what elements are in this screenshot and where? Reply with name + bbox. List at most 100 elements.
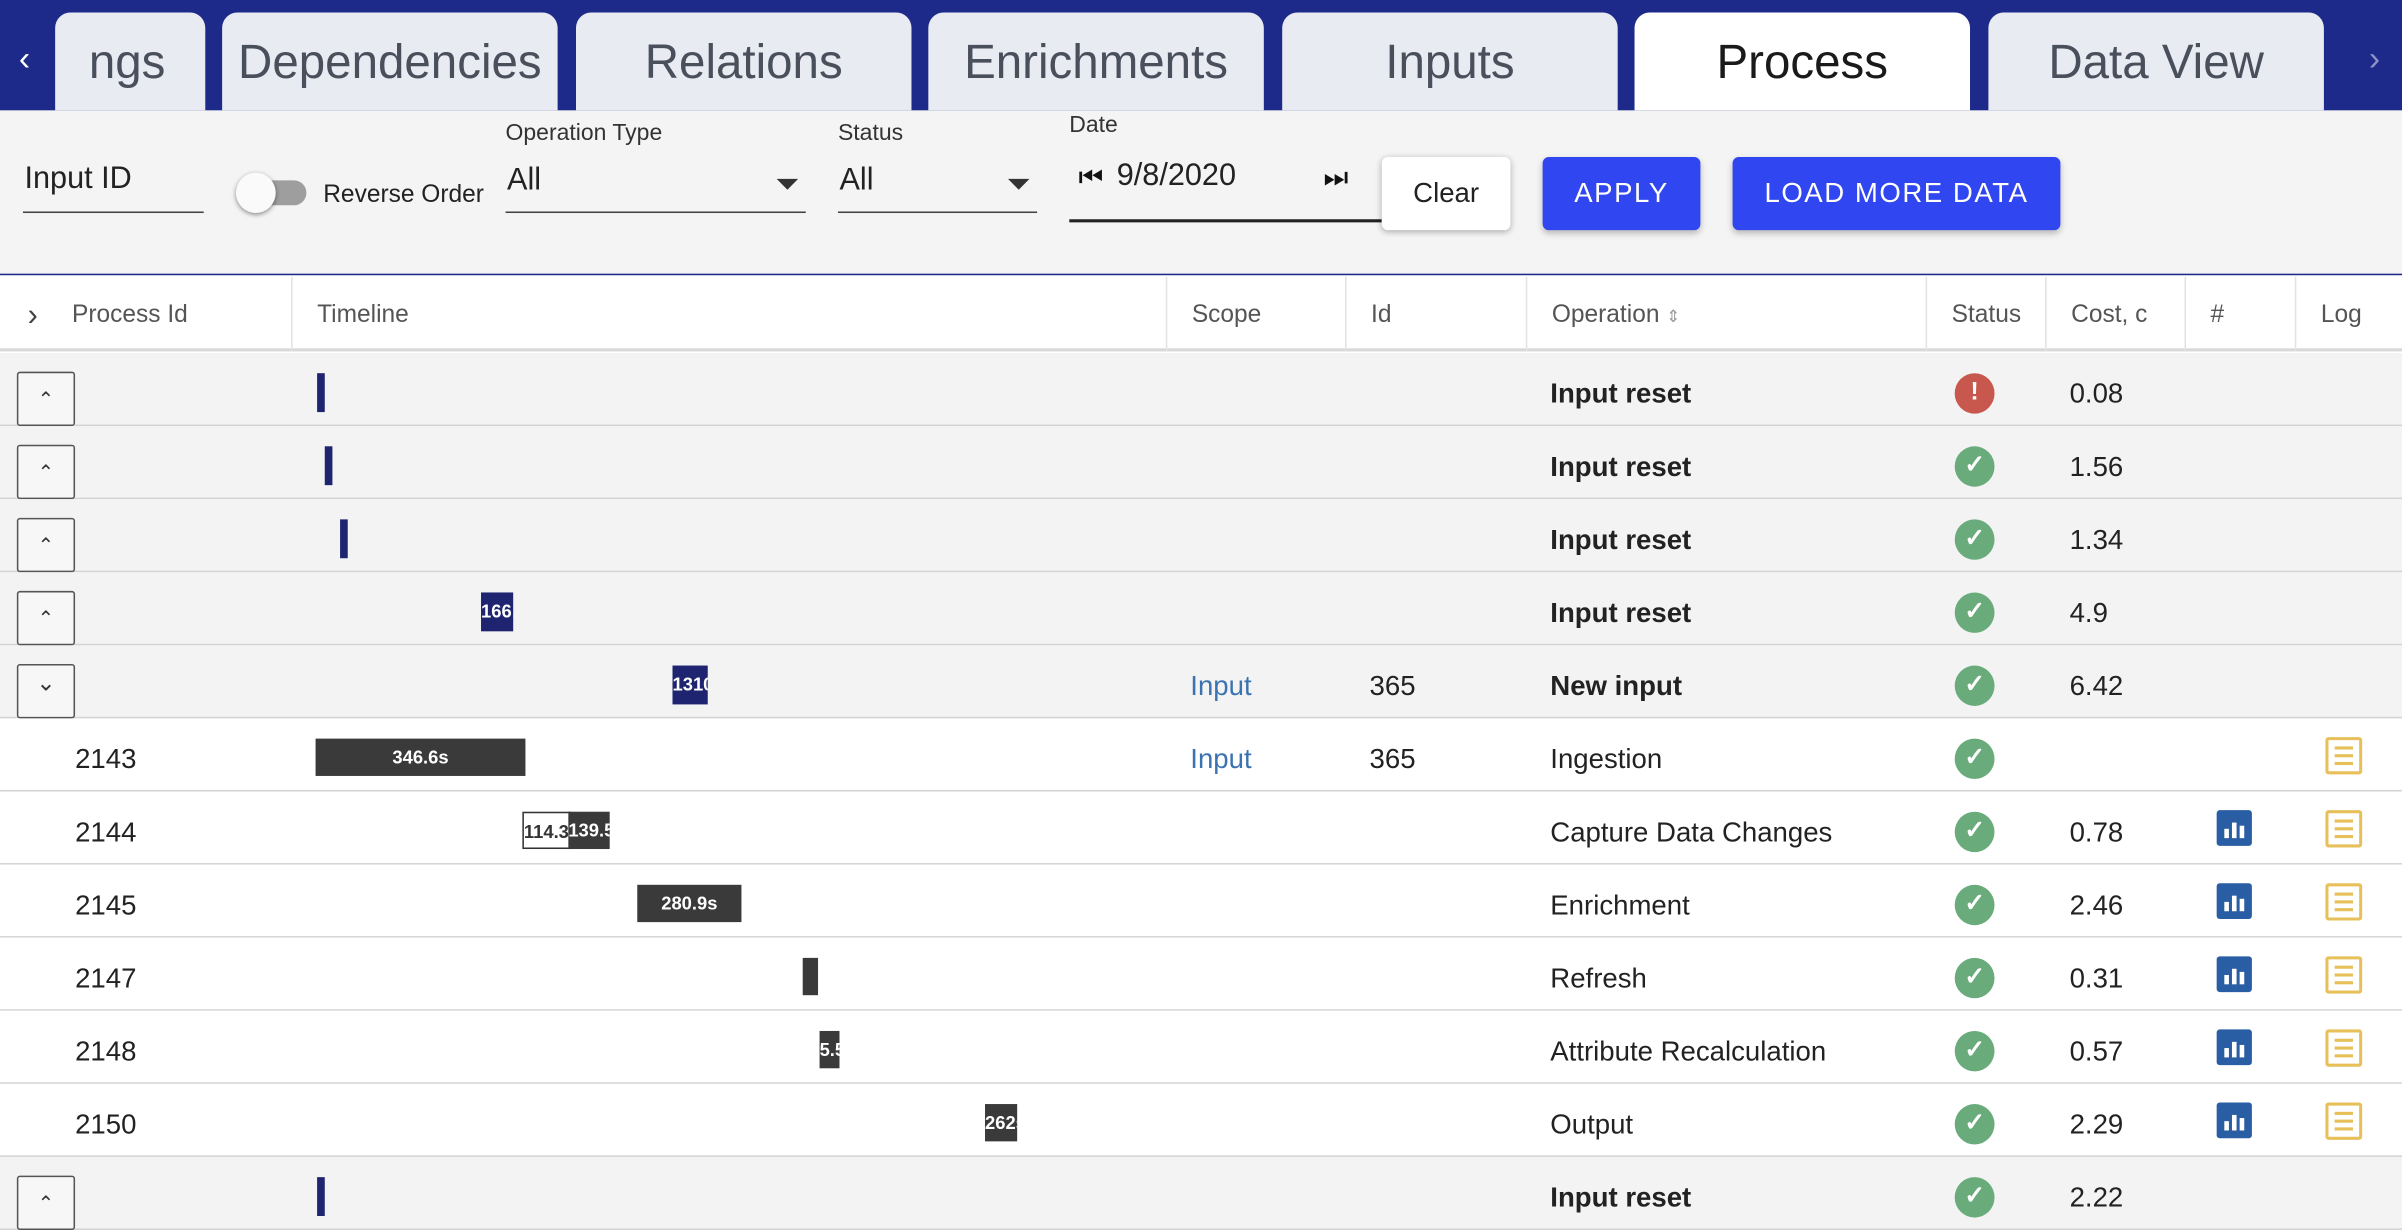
apply-button[interactable]: APPLY	[1542, 157, 1701, 231]
scope-link[interactable]: Input	[1190, 648, 1251, 721]
column-status-label: Status	[1951, 301, 2022, 329]
timeline-bar[interactable]: 280.9s	[637, 884, 742, 923]
timeline-bar[interactable]	[340, 519, 348, 559]
tab-enrichments[interactable]: Enrichments	[928, 12, 1264, 111]
column-process-id-label: Process Id	[71, 301, 188, 329]
column-process-id[interactable]: › Process Id	[0, 277, 291, 352]
expand-chevron-icon[interactable]: ⌃	[16, 444, 76, 500]
timeline-bar[interactable]	[317, 373, 325, 413]
tab-settings[interactable]: ngs	[55, 12, 206, 111]
expand-chevron-icon[interactable]: ⌃	[16, 590, 76, 646]
clear-button[interactable]: Clear	[1381, 157, 1511, 231]
chart-icon[interactable]	[2216, 810, 2252, 846]
timeline-bar[interactable]: 166.7s	[481, 592, 514, 632]
previous-date-icon[interactable]: ⏮	[1078, 162, 1103, 195]
timeline-bar[interactable]: 346.6s	[315, 738, 526, 776]
success-status-icon: ✓	[1954, 1030, 1995, 1072]
operation-cell: Enrichment	[1550, 889, 1690, 921]
input-id-field[interactable]: Input ID	[22, 156, 204, 214]
table-row[interactable]: 2144 114.3s139.5s Capture Data Changes 0.78…	[0, 791, 2402, 865]
column-operation[interactable]: Operation ⇕	[1525, 276, 1926, 352]
error-status-icon: !	[1954, 373, 1995, 414]
table-row[interactable]: ⌃ Input reset 1.34 ✓	[0, 499, 2402, 573]
collapse-chevron-icon[interactable]: ⌄	[16, 663, 76, 719]
id-cell: 365	[1369, 743, 1416, 775]
chart-icon[interactable]	[2216, 956, 2252, 993]
expand-all-chevron-icon[interactable]: ›	[28, 277, 38, 355]
column-id-label: Id	[1371, 301, 1392, 329]
cost-cell: 0.08	[2069, 377, 2124, 409]
table-row[interactable]: 2147 Refresh 0.31 ✓	[0, 937, 2402, 1011]
tab-data-view[interactable]: Data View	[1988, 12, 2324, 111]
column-scope-label: Scope	[1191, 301, 1262, 329]
filter-bar: Input ID Reverse Order Operation Type Al…	[0, 110, 2402, 276]
expand-chevron-icon[interactable]: ⌃	[16, 371, 76, 427]
column-timeline: Timeline	[291, 276, 1166, 352]
timeline-bar[interactable]	[324, 446, 333, 486]
process-id-cell: 2145	[75, 889, 137, 921]
success-status-icon: ✓	[1954, 738, 1995, 780]
status-select[interactable]: All	[837, 154, 1038, 214]
table-row[interactable]: 2148 5.5s Attribute Recalculation 0.57 ✓	[0, 1010, 2402, 1084]
table-row[interactable]: ⌃ Input reset 1.56 ✓	[0, 426, 2402, 500]
success-status-icon: ✓	[1954, 1177, 1995, 1218]
cost-cell: 2.22	[2069, 1181, 2124, 1213]
date-field[interactable]: ⏮ 9/8/2020 ⏭	[1069, 148, 1382, 223]
timeline-bar[interactable]: 5.5s	[819, 1030, 840, 1069]
reverse-order-toggle[interactable]	[235, 172, 276, 214]
tab-process[interactable]: Process	[1634, 12, 1971, 111]
cost-cell: 2.29	[2069, 1108, 2124, 1140]
operation-type-value: All	[507, 163, 542, 198]
timeline-bar[interactable]: 139.5s	[568, 811, 610, 850]
sort-icon[interactable]: ⇕	[1666, 308, 1680, 327]
operation-type-label: Operation Type	[505, 119, 663, 147]
table-row[interactable]: ⌃ 166.7s Input reset 4.9 ✓	[0, 572, 2402, 646]
operation-cell: Attribute Recalculation	[1550, 1035, 1827, 1067]
chart-icon[interactable]	[2216, 883, 2252, 920]
timeline-bar[interactable]: 114.3s	[522, 811, 572, 850]
expand-chevron-icon[interactable]: ⌃	[16, 1175, 76, 1230]
timeline-bar[interactable]	[317, 1177, 325, 1217]
operation-cell: Ingestion	[1550, 743, 1663, 775]
table-row[interactable]: ⌄ 1310.6s Input 365 New input 6.42 ✓	[0, 645, 2402, 721]
log-list-icon[interactable]	[2325, 737, 2363, 775]
scope-link[interactable]: Input	[1190, 722, 1251, 795]
table-row[interactable]: ⌃ Input reset 0.08!	[0, 352, 2402, 427]
chevron-right-icon[interactable]: ›	[2356, 31, 2393, 87]
operation-cell: New input	[1550, 670, 1683, 702]
operation-cell: Input reset	[1550, 524, 1692, 556]
column-log-label: Log	[2320, 301, 2362, 329]
log-list-icon[interactable]	[2325, 956, 2363, 994]
log-list-icon[interactable]	[2325, 1029, 2363, 1067]
table-row[interactable]: 2143 346.6s Input 365 Ingestion ✓	[0, 718, 2402, 792]
operation-cell: Refresh	[1550, 962, 1647, 994]
log-list-icon[interactable]	[2325, 810, 2363, 848]
chart-icon[interactable]	[2216, 1029, 2252, 1066]
table-row[interactable]: 2150 262s Output 2.29 ✓	[0, 1083, 2402, 1157]
operation-cell: Input reset	[1550, 597, 1692, 629]
timeline-bar[interactable]	[802, 957, 819, 996]
expand-chevron-icon[interactable]: ⌃	[16, 517, 76, 573]
tab-dependencies[interactable]: Dependencies	[222, 12, 558, 111]
log-list-icon[interactable]	[2325, 1102, 2363, 1140]
chart-icon[interactable]	[2216, 1102, 2252, 1139]
reverse-order-label: Reverse Order	[323, 181, 484, 209]
date-value[interactable]: 9/8/2020	[1117, 159, 1236, 195]
timeline-bar[interactable]: 262s	[985, 1104, 1018, 1142]
next-date-icon[interactable]: ⏭	[1324, 162, 1349, 195]
tab-inputs[interactable]: Inputs	[1282, 12, 1618, 111]
cost-cell: 0.78	[2069, 816, 2124, 848]
tab-relations[interactable]: Relations	[575, 12, 912, 111]
column-log: Log	[2294, 276, 2402, 352]
log-list-icon[interactable]	[2325, 883, 2363, 921]
table-row[interactable]: 2145 280.9s Enrichment 2.46 ✓	[0, 864, 2402, 938]
load-more-data-button[interactable]: LOAD MORE DATA	[1732, 157, 2061, 231]
column-timeline-label: Timeline	[317, 301, 409, 329]
success-status-icon: ✓	[1954, 957, 1995, 999]
success-status-icon: ✓	[1954, 811, 1995, 853]
timeline-bar[interactable]: 1310.6s	[672, 665, 708, 705]
operation-type-select[interactable]: All	[505, 154, 806, 214]
column-count-label: #	[2210, 301, 2225, 329]
table-row[interactable]: ⌃ Input reset 2.22 ✓	[0, 1156, 2402, 1230]
chevron-left-icon[interactable]: ‹	[6, 31, 43, 87]
